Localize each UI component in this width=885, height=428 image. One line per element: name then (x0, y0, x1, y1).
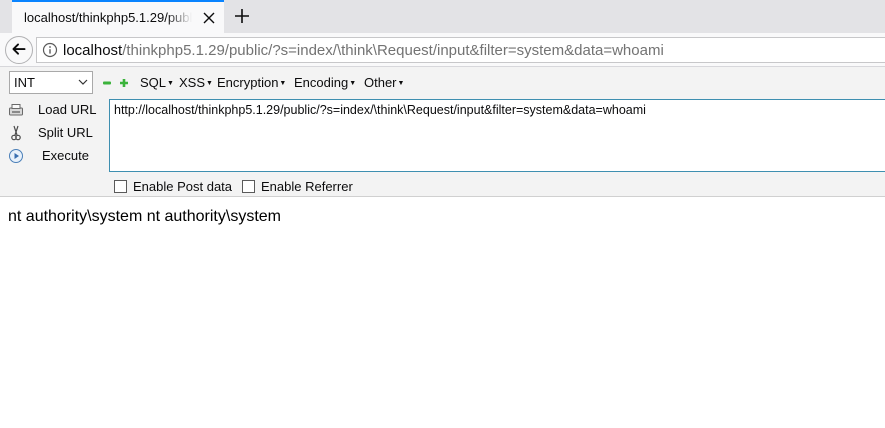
scissors-icon (11, 125, 21, 141)
caret-down-icon: ▼ (397, 80, 405, 87)
url-textarea[interactable]: http://localhost/thinkphp5.1.29/public/?… (109, 99, 885, 172)
encryption-menu[interactable]: Encryption▼ (217, 75, 286, 90)
plus-icon[interactable] (232, 6, 252, 26)
close-icon[interactable] (200, 9, 218, 27)
plus-icon[interactable] (120, 79, 128, 87)
active-tab[interactable]: localhost/thinkphp5.1.29/public/?s=index… (12, 0, 224, 33)
encoding-menu-label: Encoding (294, 75, 349, 90)
caret-down-icon: ▼ (206, 80, 213, 87)
type-select[interactable]: INT (9, 71, 93, 94)
execute-button[interactable]: Execute (8, 146, 89, 166)
xss-menu-label: XSS (179, 75, 206, 90)
navigation-bar: localhost/thinkphp5.1.29/public/?s=index… (0, 33, 885, 67)
execute-label: Execute (42, 148, 89, 163)
play-icon (9, 149, 23, 163)
split-url-label: Split URL (38, 125, 93, 140)
caret-down-icon: ▼ (349, 80, 357, 87)
other-menu[interactable]: Other▼ (364, 75, 404, 90)
hackbar-panel: INT SQL▼ XSS▼ Encryption▼ Encoding▼ Othe… (0, 67, 885, 197)
load-url-icon (9, 104, 23, 116)
tab-title: localhost/thinkphp5.1.29/public/?s=index… (24, 10, 192, 25)
arrow-left-icon (12, 43, 26, 55)
other-menu-label: Other (364, 75, 397, 90)
split-url-button[interactable]: Split URL (8, 123, 93, 143)
enable-referrer-option[interactable]: Enable Referrer (242, 179, 353, 194)
encoding-menu[interactable]: Encoding▼ (294, 75, 356, 90)
caret-down-icon: ▼ (167, 80, 174, 87)
enable-post-option[interactable]: Enable Post data (114, 179, 232, 194)
page-output: nt authority\system nt authority\system (8, 208, 281, 225)
enable-post-checkbox[interactable] (114, 180, 127, 193)
type-select-value: INT (14, 75, 35, 90)
url-host: localhost (63, 41, 123, 59)
xss-menu[interactable]: XSS▼ (179, 75, 213, 90)
minus-icon[interactable] (103, 79, 111, 87)
address-bar[interactable]: localhost/thinkphp5.1.29/public/?s=index… (36, 37, 885, 63)
load-url-label: Load URL (38, 102, 97, 117)
url-path: /thinkphp5.1.29/public/?s=index/\think\R… (122, 41, 664, 59)
chevron-down-icon (78, 79, 88, 85)
enable-post-label: Enable Post data (133, 179, 233, 194)
address-text[interactable]: localhost/thinkphp5.1.29/public/?s=index… (63, 42, 664, 59)
back-button[interactable] (5, 36, 33, 64)
sql-menu-label: SQL (140, 75, 167, 90)
load-url-button[interactable]: Load URL (8, 100, 97, 120)
info-icon[interactable] (42, 42, 58, 58)
tab-strip: localhost/thinkphp5.1.29/public/?s=index… (0, 0, 885, 33)
sql-menu[interactable]: SQL▼ (140, 75, 174, 90)
caret-down-icon: ▼ (279, 80, 287, 87)
encryption-menu-label: Encryption (217, 75, 279, 90)
enable-referrer-checkbox[interactable] (242, 180, 255, 193)
enable-referrer-label: Enable Referrer (261, 179, 353, 194)
